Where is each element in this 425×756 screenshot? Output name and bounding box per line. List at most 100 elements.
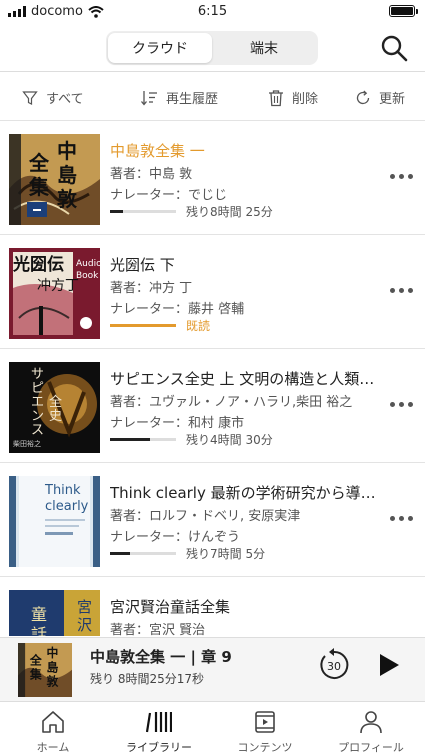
cover-char-5: 集 [29,668,42,682]
progress-bar [110,438,176,441]
library-toolbar: すべて 再生履歴 削除 更新 [0,73,425,121]
content-icon [255,711,275,733]
cover-char-dou: 童 [31,605,47,624]
cover-char-1: サ [31,367,44,382]
progress-bar [110,552,176,555]
cover-char-wa: 話 [31,625,47,636]
book-cover-miyazawa[interactable]: 宮 沢 童 話 [9,590,100,636]
clock: 6:15 [197,4,228,19]
mini-player[interactable]: 中 島 敦 全 集 中島敦全集 一 | 章 9 残り 8時間25分17秒 30 [0,637,425,701]
book-author: 著者：ロルフ・ドベリ, 安原実津 [110,509,301,524]
sort-icon [141,90,157,106]
profile-icon [360,711,382,734]
book-author: 著者：ユヴァル・ノア・ハラリ,柴田 裕之 [110,395,353,410]
refresh-icon [356,90,370,104]
book-author: 著者：冲方 丁 [110,281,193,296]
book-narrator: ナレーター：和村 康市 [110,416,245,431]
sort-label: 再生履歴 [166,92,219,107]
progress-bar [110,324,176,327]
cover-char-1: 中 [46,646,58,660]
sort-history-button[interactable]: 再生履歴 [140,88,218,107]
cover-char-5: 集 [28,175,50,199]
tab-library[interactable]: ライブラリー [106,702,212,756]
more-options-icon[interactable] [390,402,413,407]
refresh-button[interactable]: 更新 [355,88,405,107]
book-row-think-clearly[interactable]: Think clearly Think clearly 最新の学術研究から導いた… [0,464,425,577]
rewind-30-icon[interactable]: 30 [317,648,351,682]
tab-profile[interactable]: プロフィール [318,702,424,756]
book-title: Think clearly 最新の学術研究から導いた、よりよい人生を送るための思… [110,484,378,502]
remaining-time: 残り4時間 30分 [186,433,273,447]
tab-profile-label: プロフィール [338,741,404,754]
cover-translator-text: 柴田裕之 [13,439,41,448]
filter-label: すべて [46,92,84,107]
cover-char-3: エ [31,395,44,410]
refresh-label: 更新 [379,92,406,107]
book-row-miyazawa[interactable]: 宮 沢 童 話 宮沢賢治童話全集 著者：宮沢 賢治 [0,578,425,636]
cover-char-3: 敦 [46,675,58,689]
book-cover-nakajima[interactable]: 中 島 敦 全 集 [9,134,100,225]
source-segmented-control: クラウド 端末 [106,31,318,65]
home-icon [42,711,64,733]
filter-icon [22,90,38,105]
cover-title-text: 光圀伝 [12,254,64,275]
book-author: 著者：中島 敦 [110,167,193,182]
book-row-koumon[interactable]: 光圀伝 冲方丁 Audio Book 光圀伝 下 著者：冲方 丁 ナレーター：藤… [0,236,425,349]
tab-content[interactable]: コンテンツ [212,702,318,756]
book-narrator: ナレーター：でじじ [110,188,228,203]
search-icon[interactable] [379,33,409,63]
mini-player-cover[interactable]: 中 島 敦 全 集 [18,643,72,697]
cover-char-6: 全 [49,394,62,410]
delete-label: 削除 [292,92,319,107]
tab-library-label: ライブラリー [126,741,192,754]
battery-icon [389,5,418,17]
cover-char-4: 全 [28,151,50,175]
book-cover-koumon[interactable]: 光圀伝 冲方丁 Audio Book [9,248,100,339]
library-icon [146,712,172,733]
status-bar: docomo 6:15 [0,0,425,24]
play-icon[interactable] [376,652,402,678]
book-narrator: ナレーター：藤井 啓輔 [110,302,245,317]
cover-char-1: 中 [57,139,77,163]
cover-char-2: 島 [46,660,58,674]
cover-char-zawa: 沢 [77,616,92,634]
more-options-icon[interactable] [390,288,413,293]
now-playing-title: 中島敦全集 一 | 章 9 [90,648,232,666]
now-playing-remaining: 残り 8時間25分17秒 [90,672,204,686]
book-title: 光圀伝 下 [110,256,175,274]
cover-char-4: ン [31,409,44,424]
more-options-icon[interactable] [390,516,413,521]
filter-button[interactable]: すべて [22,88,84,107]
cover-char-2: ピ [31,381,44,396]
cover-char-3: 敦 [57,187,78,211]
more-options-icon[interactable] [390,174,413,179]
cover-label-book: Book [76,271,99,281]
remaining-time: 残り7時間 5分 [186,547,266,561]
cover-char-2: 島 [57,163,77,187]
tab-home[interactable]: ホーム [0,702,106,756]
cover-char-7: 史 [49,409,62,424]
remaining-time: 残り8時間 25分 [186,205,273,219]
segment-device[interactable]: 端末 [212,33,316,63]
book-title: サピエンス全史 上 文明の構造と人類の幸福 [110,370,378,388]
delete-button[interactable]: 削除 [268,88,318,107]
cover-char-miya: 宮 [77,598,92,616]
tab-bar: ホーム ライブラリー コンテンツ プロフィール [0,701,425,756]
tab-content-label: コンテンツ [237,741,293,754]
cover-label-audio: Audio [76,259,100,269]
cover-title-clearly: clearly [45,499,89,514]
book-narrator: ナレーター：けんぞう [110,530,241,545]
audiobook-list: 中 島 敦 全 集 中島敦全集 一 著者：中島 敦 ナレーター：でじじ 残り8時… [0,122,425,636]
book-row-sapiens[interactable]: サ ピ エ ン ス 全 史 柴田裕之 サピエンス全史 上 文明の構造と人類の幸福… [0,350,425,463]
read-status: 既読 [186,319,211,333]
rewind-seconds: 30 [327,660,341,673]
segment-cloud[interactable]: クラウド [108,33,212,63]
header: クラウド 端末 [0,24,425,72]
book-title: 中島敦全集 一 [110,142,205,160]
book-cover-think-clearly[interactable]: Think clearly [9,476,100,567]
book-cover-sapiens[interactable]: サ ピ エ ン ス 全 史 柴田裕之 [9,362,100,453]
book-author: 著者：宮沢 賢治 [110,623,206,636]
book-row-nakajima[interactable]: 中 島 敦 全 集 中島敦全集 一 著者：中島 敦 ナレーター：でじじ 残り8時… [0,122,425,235]
progress-bar [110,210,176,213]
trash-icon [269,89,283,106]
